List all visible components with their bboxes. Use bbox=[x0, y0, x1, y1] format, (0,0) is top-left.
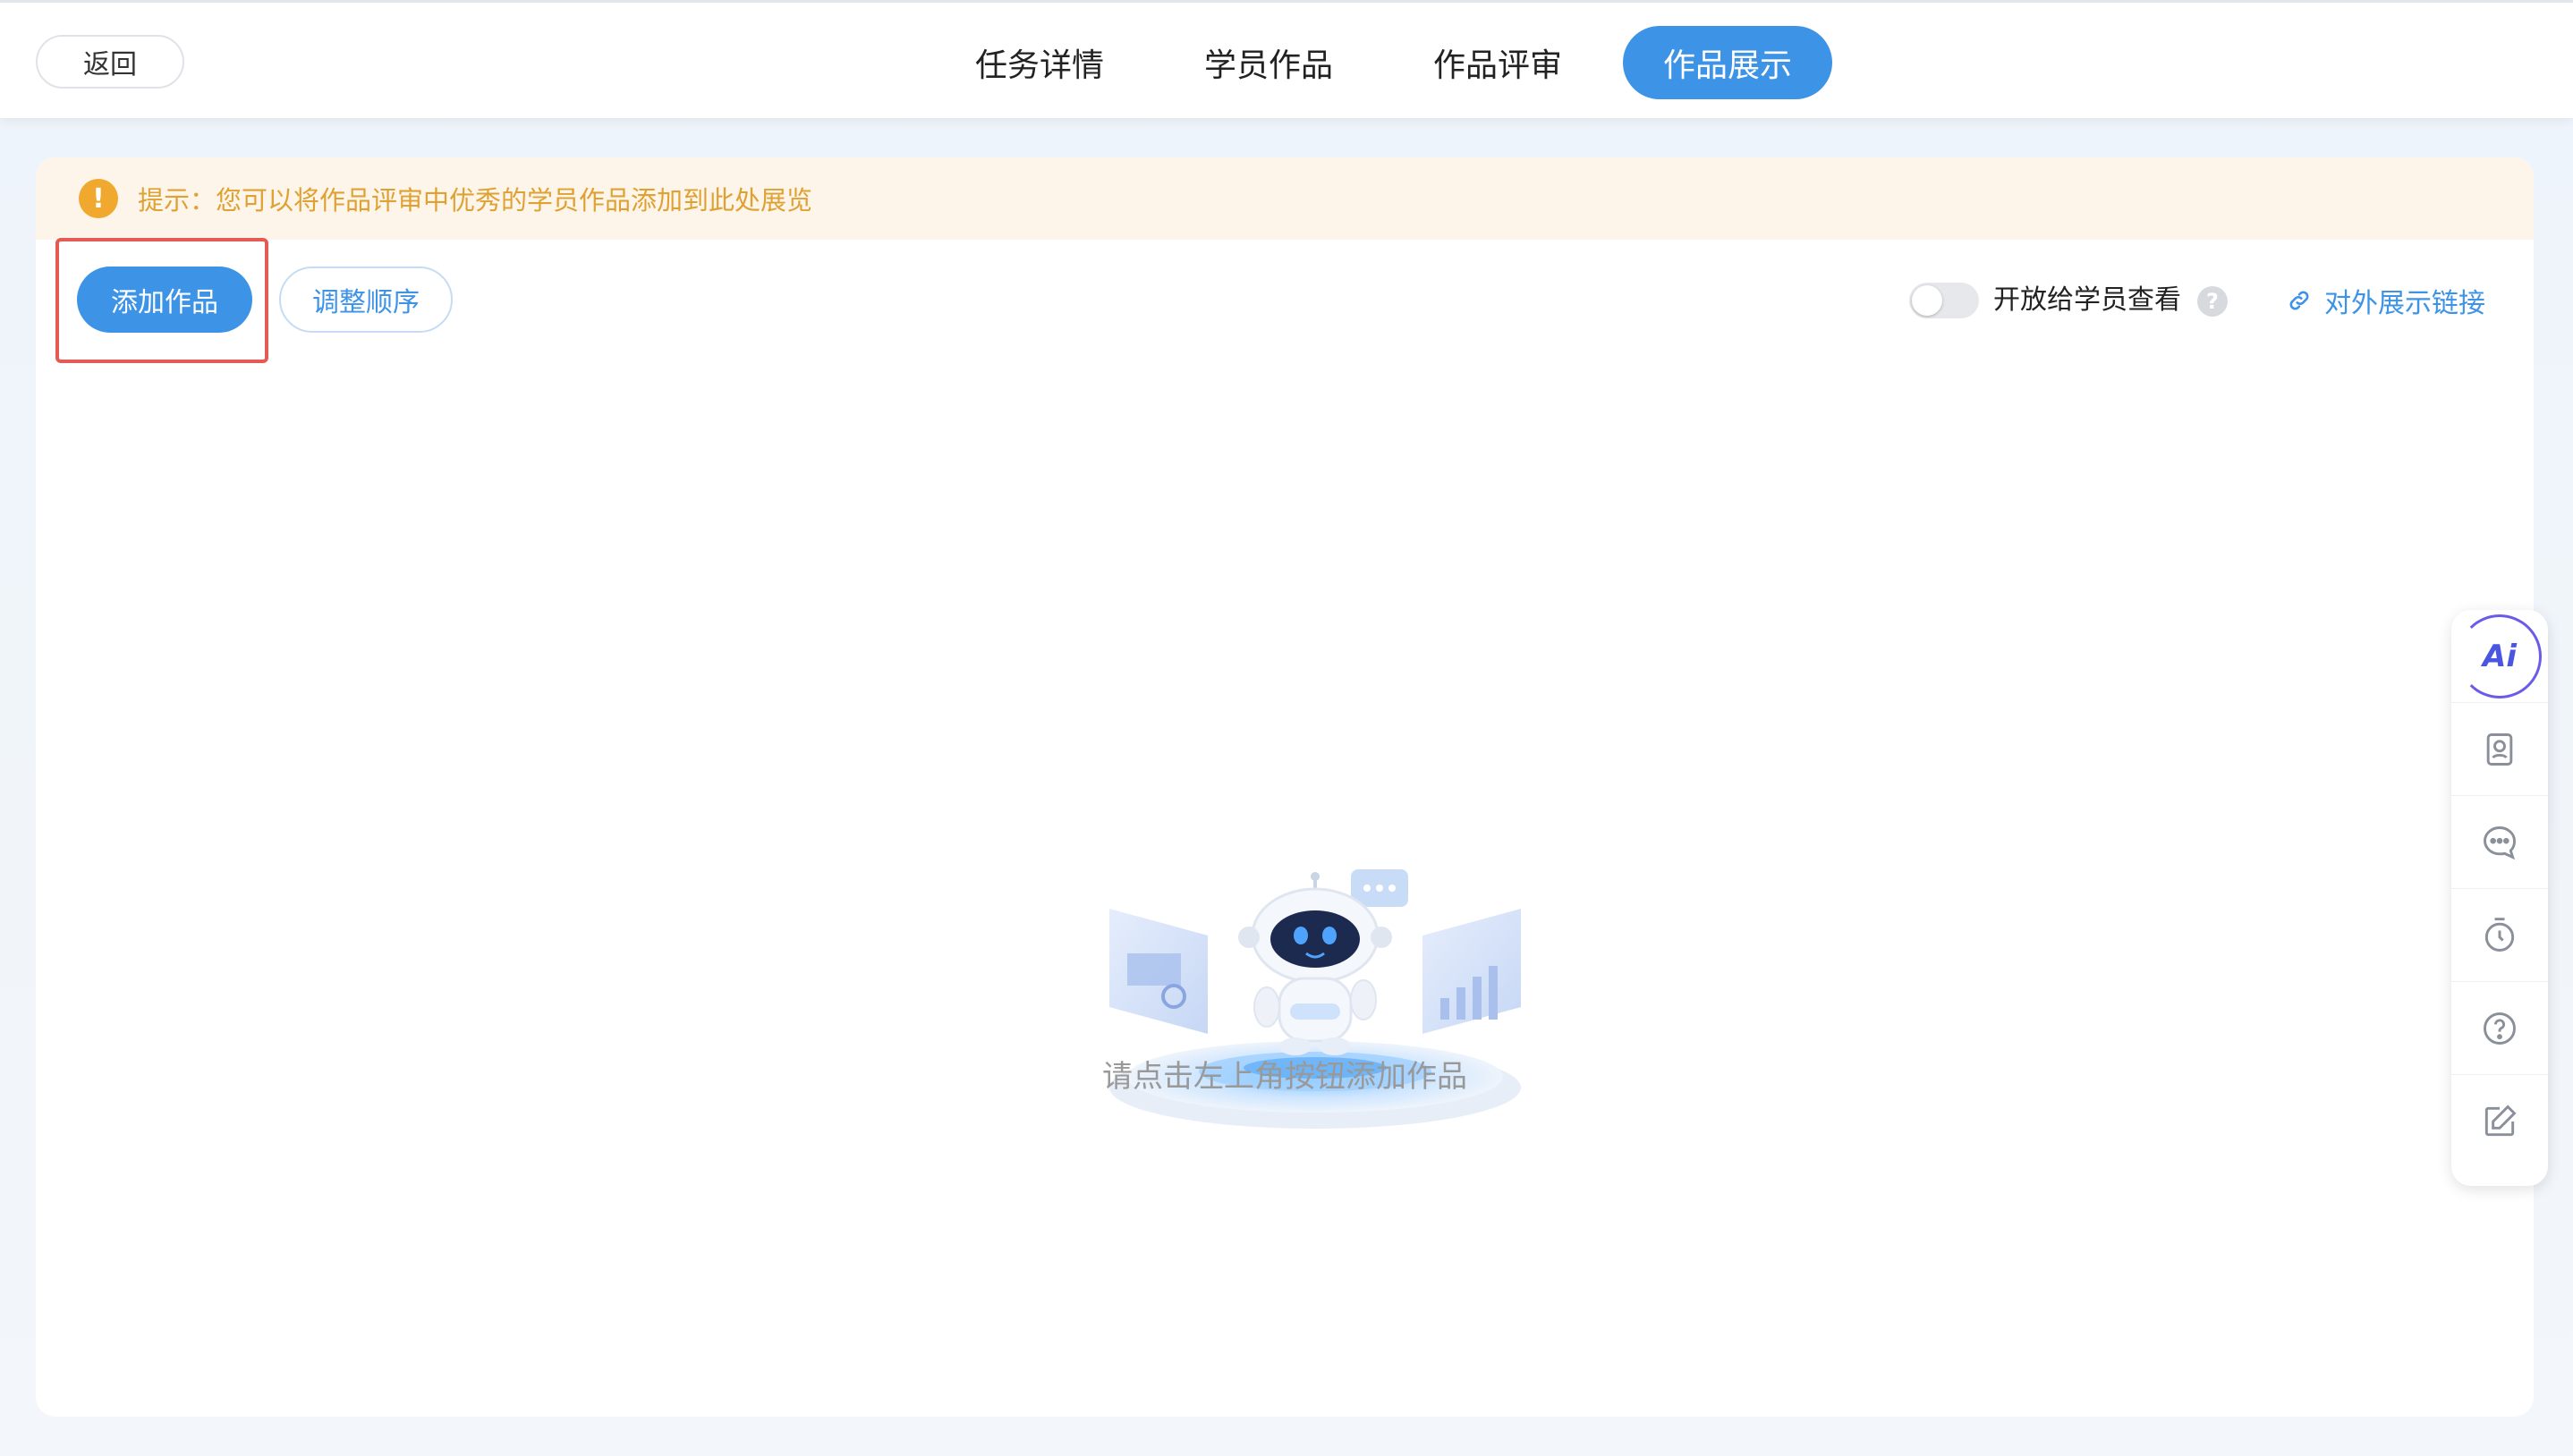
notice-bar: ! 提示：您可以将作品评审中优秀的学员作品添加到此处展览 bbox=[36, 157, 2534, 240]
help-icon[interactable]: ? bbox=[2197, 286, 2228, 317]
top-bar: 返回 任务详情 学员作品 作品评审 作品展示 bbox=[0, 0, 2573, 118]
side-tool-panel: Ai bbox=[2451, 610, 2548, 1186]
main-card: ! 提示：您可以将作品评审中优秀的学员作品添加到此处展览 添加作品 调整顺序 开… bbox=[36, 157, 2534, 1417]
tab-student-works[interactable]: 学员作品 bbox=[1165, 26, 1372, 99]
notice-text: 提示：您可以将作品评审中优秀的学员作品添加到此处展览 bbox=[138, 185, 813, 216]
toggle-knob bbox=[1912, 285, 1942, 316]
side-profile-button[interactable] bbox=[2451, 703, 2548, 796]
external-link[interactable]: 对外展示链接 bbox=[2287, 281, 2485, 320]
tab-task-details[interactable]: 任务详情 bbox=[936, 26, 1143, 99]
question-icon bbox=[2484, 1012, 2516, 1045]
timer-icon bbox=[2484, 917, 2515, 952]
profile-card-icon bbox=[2486, 732, 2513, 766]
link-icon bbox=[2289, 291, 2309, 310]
tab-work-showcase[interactable]: 作品展示 bbox=[1623, 26, 1832, 99]
side-ai-button[interactable]: Ai bbox=[2451, 610, 2548, 703]
add-work-button[interactable]: 添加作品 bbox=[77, 267, 252, 333]
edit-icon bbox=[2484, 1105, 2517, 1137]
side-edit-button[interactable] bbox=[2451, 1075, 2548, 1168]
toggle-label: 开放给学员查看 bbox=[1993, 284, 2181, 316]
side-timer-button[interactable] bbox=[2451, 889, 2548, 982]
tab-bar: 任务详情 学员作品 作品评审 作品展示 bbox=[936, 26, 1854, 99]
ai-assistant-icon: Ai bbox=[2458, 614, 2542, 698]
open-to-students-toggle[interactable] bbox=[1909, 283, 1979, 318]
reorder-button[interactable]: 调整顺序 bbox=[279, 267, 453, 333]
empty-state-text: 请点击左上角按钮添加作品 bbox=[1102, 1059, 1467, 1095]
external-link-label: 对外展示链接 bbox=[2324, 288, 2485, 319]
back-button[interactable]: 返回 bbox=[36, 35, 184, 89]
warning-icon: ! bbox=[79, 179, 118, 218]
tab-work-review[interactable]: 作品评审 bbox=[1394, 26, 1601, 99]
chat-icon bbox=[2484, 825, 2516, 859]
side-chat-button[interactable] bbox=[2451, 796, 2548, 889]
side-help-button[interactable] bbox=[2451, 982, 2548, 1075]
